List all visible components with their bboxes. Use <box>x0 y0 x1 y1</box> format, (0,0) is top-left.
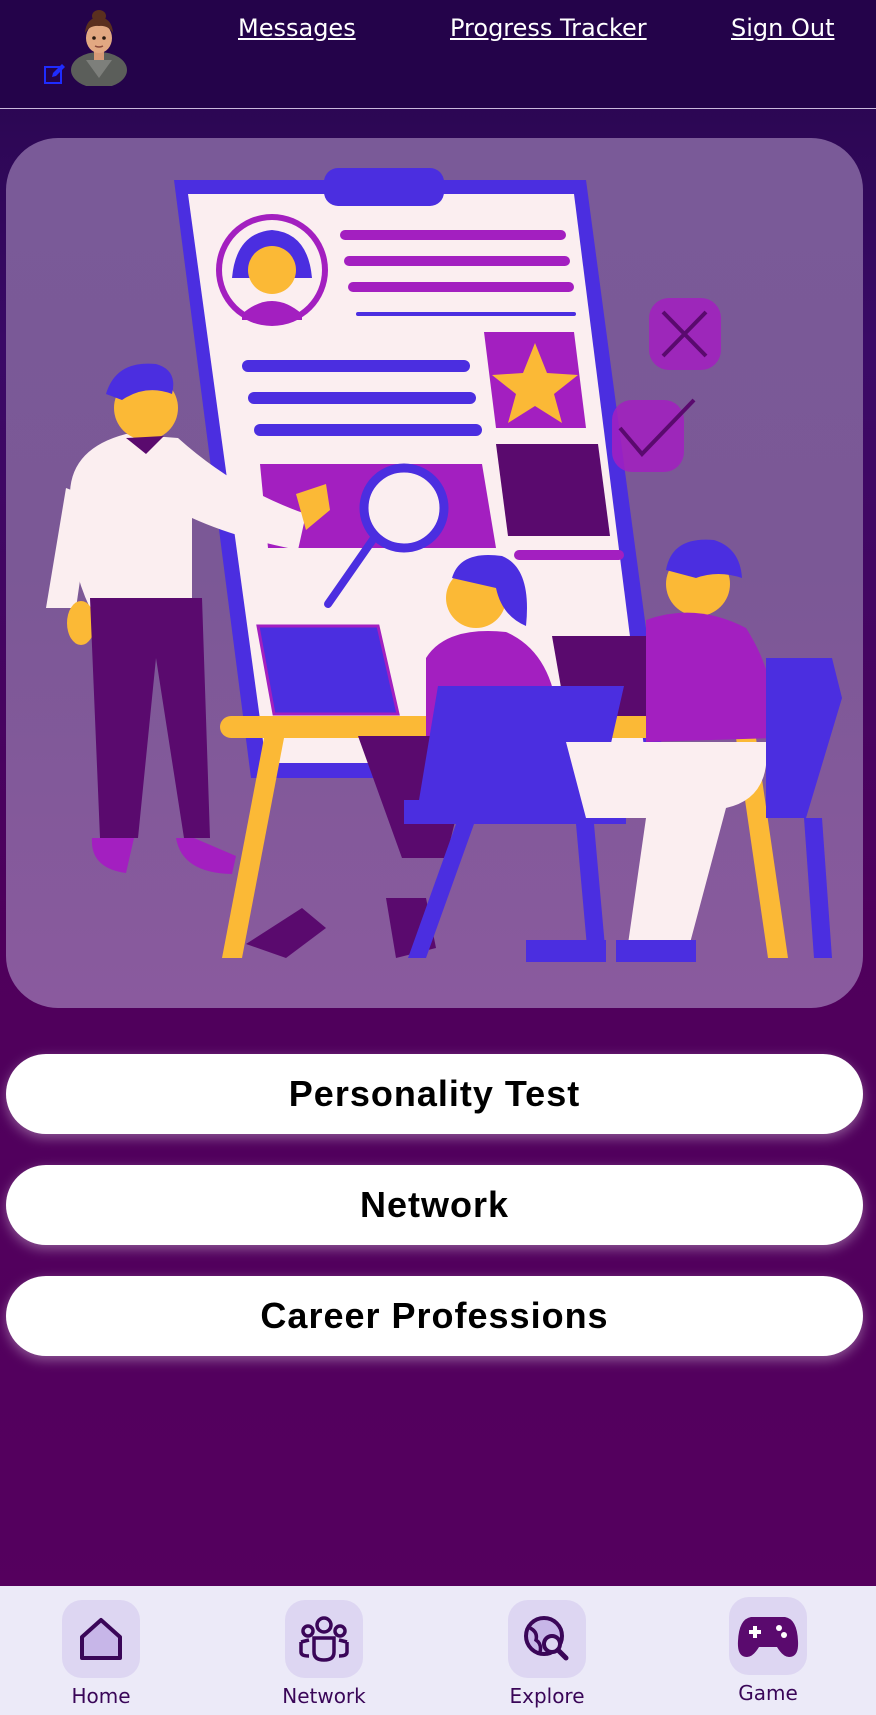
career-professions-button[interactable]: Career Professions <box>6 1276 863 1356</box>
people-icon <box>299 1616 349 1662</box>
network-button[interactable]: Network <box>6 1165 863 1245</box>
edit-profile-icon[interactable] <box>43 62 67 86</box>
gamepad-icon <box>737 1617 799 1657</box>
progress-tracker-link[interactable]: Progress Tracker <box>450 14 647 42</box>
sign-out-link[interactable]: Sign Out <box>731 14 835 42</box>
nav-label: Home <box>71 1684 131 1708</box>
bottom-navigation: Home Network Explore Game <box>0 1586 876 1715</box>
personality-test-button[interactable]: Personality Test <box>6 1054 863 1134</box>
explore-icon <box>524 1616 569 1661</box>
nav-label: Explore <box>509 1684 585 1708</box>
nav-item-explore[interactable]: Explore <box>487 1600 607 1710</box>
hero-illustration <box>6 138 863 1008</box>
avatar[interactable] <box>68 8 130 86</box>
nav-item-game[interactable]: Game <box>708 1597 828 1707</box>
team-meeting-illustration <box>46 168 842 962</box>
nav-item-home[interactable]: Home <box>41 1600 161 1710</box>
nav-item-network[interactable]: Network <box>264 1600 384 1710</box>
nav-label: Network <box>282 1684 366 1708</box>
home-icon <box>80 1618 122 1660</box>
nav-label: Game <box>738 1681 798 1705</box>
top-header: Messages Progress Tracker Sign Out <box>0 0 876 109</box>
messages-link[interactable]: Messages <box>238 14 356 42</box>
